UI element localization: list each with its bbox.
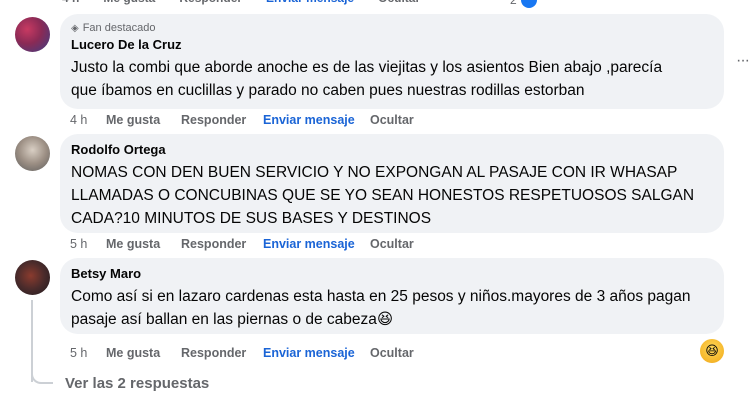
hide-button[interactable]: Ocultar [370, 346, 414, 360]
top-fan-badge: ◈ Fan destacado [71, 22, 712, 34]
previous-reply-button[interactable]: Responder [179, 0, 242, 9]
comment-bubble: Betsy Maro Como así si en lazaro cardena… [60, 258, 724, 334]
comment-time[interactable]: 5 h [70, 346, 106, 360]
reply-button[interactable]: Responder [181, 237, 263, 251]
badge-label: Fan destacado [82, 22, 156, 34]
comment-actions: 5 h Me gusta Responder Enviar mensaje Oc… [70, 237, 414, 251]
previous-like-button[interactable]: Me gusta [103, 0, 155, 9]
thread-connector-curve [31, 366, 53, 384]
like-button[interactable]: Me gusta [106, 237, 181, 251]
previous-send-message-button[interactable]: Enviar mensaje [266, 0, 354, 9]
comment-actions: 4 h Me gusta Responder Enviar mensaje Oc… [70, 113, 414, 127]
avatar[interactable] [15, 136, 50, 171]
previous-reaction-count-text: 2 [510, 0, 517, 7]
send-message-button[interactable]: Enviar mensaje [263, 237, 370, 251]
send-message-button[interactable]: Enviar mensaje [263, 113, 370, 127]
comment-author[interactable]: Lucero De la Cruz [71, 37, 712, 52]
like-button[interactable]: Me gusta [106, 113, 181, 127]
more-options-icon[interactable]: ··· [736, 52, 750, 70]
previous-hide-button[interactable]: Ocultar [378, 0, 420, 9]
view-replies-link[interactable]: Ver las 2 respuestas [65, 375, 209, 392]
reply-button[interactable]: Responder [181, 113, 263, 127]
reaction-emoji: 😆 [705, 343, 719, 358]
previous-reaction-count[interactable]: 2 [510, 0, 537, 8]
comment-author[interactable]: Rodolfo Ortega [71, 142, 712, 157]
hide-button[interactable]: Ocultar [370, 113, 414, 127]
diamond-icon: ◈ [71, 22, 79, 34]
avatar[interactable] [15, 260, 50, 295]
hide-button[interactable]: Ocultar [370, 237, 414, 251]
comment-bubble: ◈ Fan destacado Lucero De la Cruz Justo … [60, 14, 724, 109]
reply-button[interactable]: Responder [181, 346, 263, 360]
like-reaction-icon [520, 0, 537, 8]
comment-author[interactable]: Betsy Maro [71, 266, 712, 281]
comment-time[interactable]: 4 h [70, 113, 106, 127]
comment-time[interactable]: 5 h [70, 237, 106, 251]
previous-time: 4 h [62, 0, 79, 9]
previous-comment-actions: 4 h Me gusta Responder Enviar mensaje Oc… [62, 0, 420, 9]
like-button[interactable]: Me gusta [106, 346, 181, 360]
comment-text: NOMAS CON DEN BUEN SERVICIO Y NO EXPONGA… [71, 164, 695, 227]
comment-text: Justo la combi que aborde anoche es de l… [71, 59, 663, 99]
comment-text: Como así si en lazaro cardenas esta hast… [71, 288, 691, 328]
avatar[interactable] [15, 17, 50, 52]
laughing-reaction-icon[interactable]: 😆 [700, 339, 724, 363]
comment-bubble: Rodolfo Ortega NOMAS CON DEN BUEN SERVIC… [60, 134, 724, 233]
send-message-button[interactable]: Enviar mensaje [263, 346, 370, 360]
comment-actions: 5 h Me gusta Responder Enviar mensaje Oc… [70, 346, 414, 360]
